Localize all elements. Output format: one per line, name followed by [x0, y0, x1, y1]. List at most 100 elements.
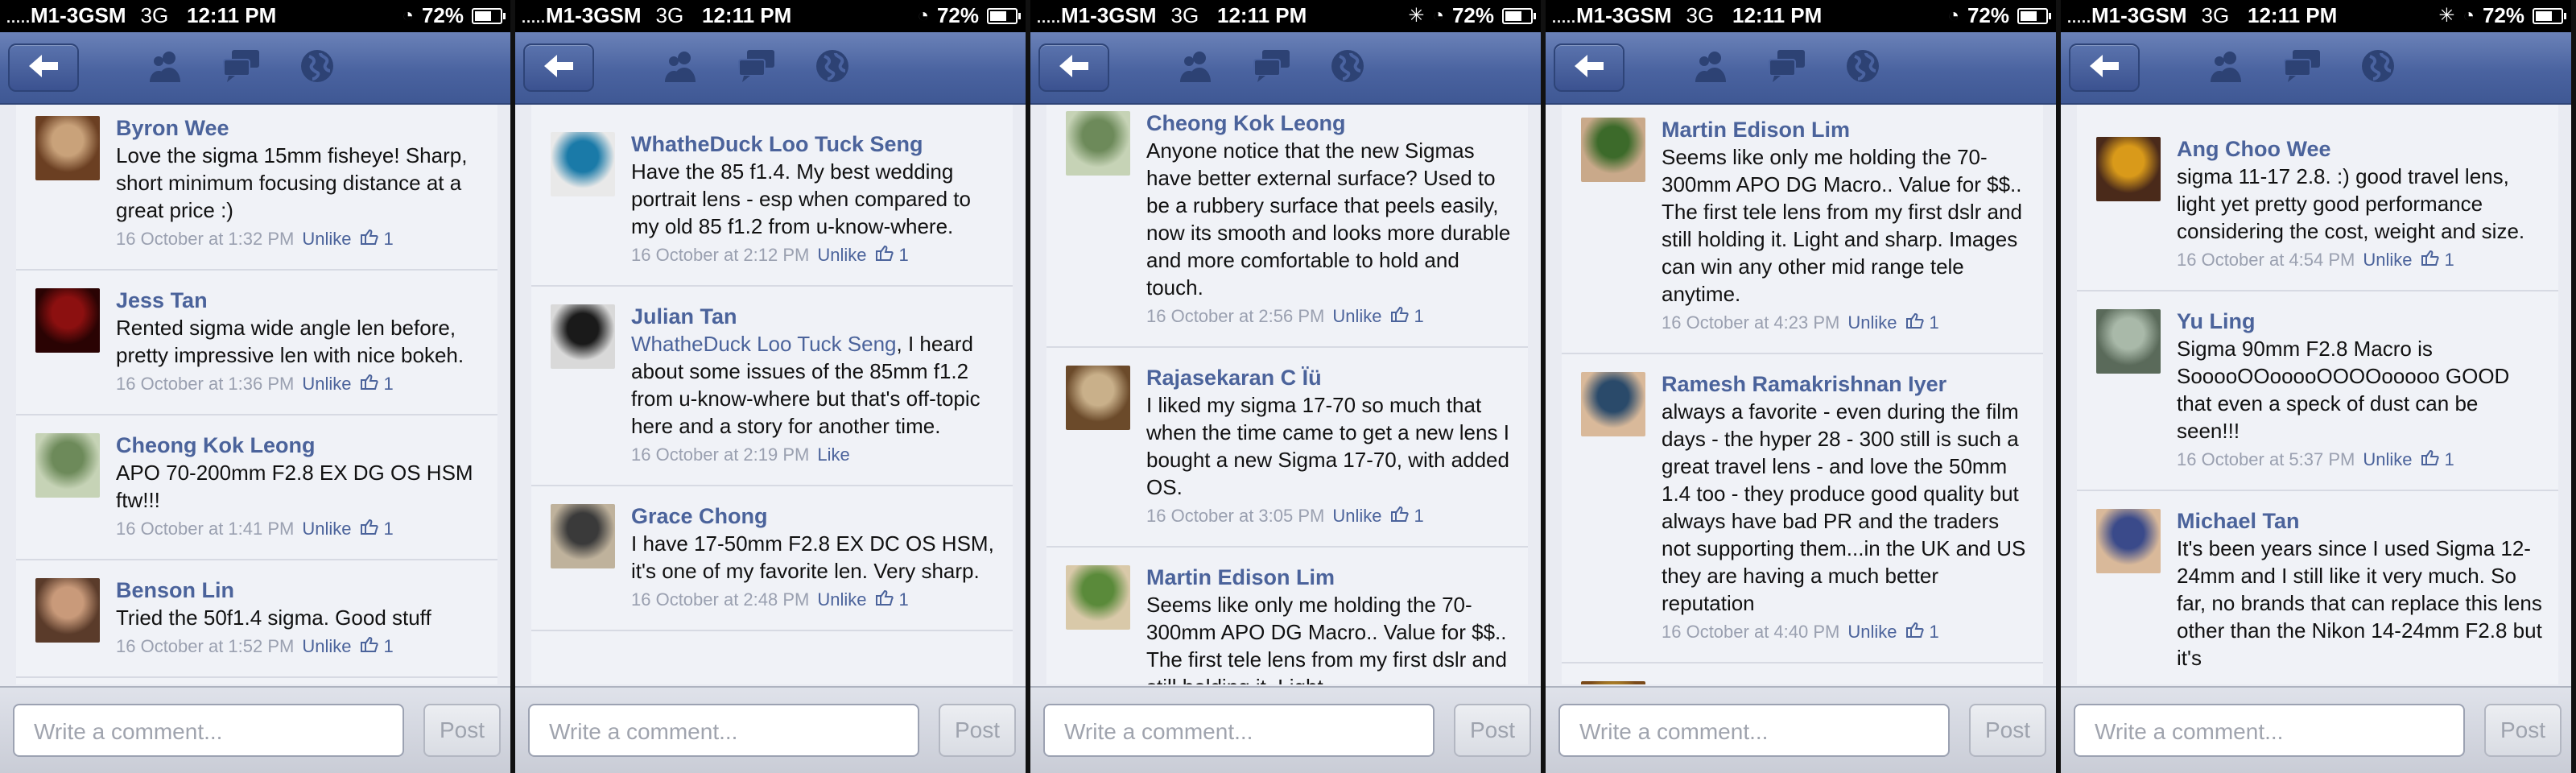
- comment-feed[interactable]: Ang Choo Wee sigma 11-17 2.8. :) good tra…: [2077, 105, 2558, 684]
- comment-input[interactable]: Write a comment...: [1043, 704, 1435, 757]
- back-button[interactable]: [523, 43, 594, 92]
- commenter-name[interactable]: Benson Lin: [116, 577, 483, 604]
- navigation-bar: [1030, 32, 1541, 105]
- like-count[interactable]: 1: [383, 374, 393, 394]
- unlike-link[interactable]: Unlike: [817, 589, 866, 610]
- commenter-name[interactable]: Martin Edison Lim: [1662, 116, 2029, 143]
- like-count[interactable]: 1: [1929, 622, 1938, 642]
- comment-text: It's been years since I used Sigma 12-24…: [2177, 535, 2544, 672]
- post-button[interactable]: Post: [1454, 704, 1531, 757]
- commenter-name[interactable]: Michael Tan: [2177, 507, 2544, 535]
- status-time: 12:11 PM: [1217, 3, 1307, 27]
- unlike-link[interactable]: Unlike: [1847, 312, 1897, 333]
- comment-input[interactable]: Write a comment...: [2074, 704, 2465, 757]
- unlike-link[interactable]: Unlike: [302, 374, 351, 394]
- avatar[interactable]: [1066, 565, 1130, 630]
- friends-button[interactable]: [1175, 48, 1217, 87]
- commenter-name[interactable]: Jess Tan: [116, 287, 483, 314]
- avatar[interactable]: [2096, 309, 2161, 374]
- comment-text: Sigma 90mm F2.8 Macro is SooooOOooooOOOO…: [2177, 335, 2544, 444]
- back-button[interactable]: [8, 43, 79, 92]
- post-button[interactable]: Post: [1969, 704, 2046, 757]
- notifications-button[interactable]: [1327, 48, 1368, 87]
- avatar[interactable]: [35, 116, 100, 180]
- avatar[interactable]: [35, 288, 100, 353]
- messages-button[interactable]: [221, 48, 262, 87]
- comment-list: Byron Wee Love the sigma 15mm fisheye! Sh…: [16, 105, 497, 678]
- unlike-link[interactable]: Unlike: [2363, 250, 2412, 270]
- comment-feed[interactable]: Cheong Kok Leong Anyone notice that the n…: [1046, 105, 1528, 684]
- post-button[interactable]: Post: [423, 704, 501, 757]
- back-button[interactable]: [1554, 43, 1624, 92]
- commenter-name[interactable]: Martin Edison Lim: [1146, 564, 1513, 591]
- like-count[interactable]: 1: [383, 229, 393, 249]
- avatar[interactable]: [1581, 372, 1645, 436]
- like-count[interactable]: 1: [1929, 312, 1938, 333]
- unlike-link[interactable]: Unlike: [1332, 306, 1381, 326]
- commenter-name[interactable]: Cheong Kok Leong: [1146, 110, 1513, 137]
- like-count[interactable]: 1: [2444, 250, 2454, 270]
- notifications-button[interactable]: [1842, 48, 1884, 87]
- friends-button[interactable]: [145, 48, 187, 87]
- avatar[interactable]: [35, 433, 100, 498]
- like-link[interactable]: Like: [817, 444, 849, 465]
- commenter-name[interactable]: Cheong Kok Leong: [116, 432, 483, 459]
- unlike-link[interactable]: Unlike: [302, 229, 351, 249]
- avatar[interactable]: [2096, 137, 2161, 201]
- like-count[interactable]: 1: [383, 636, 393, 656]
- comment-feed[interactable]: Byron Wee Love the sigma 15mm fisheye! Sh…: [16, 105, 497, 684]
- avatar[interactable]: [551, 304, 615, 369]
- status-right: ✳ ◔ 72%: [1408, 3, 1536, 28]
- avatar[interactable]: [2096, 509, 2161, 573]
- avatar[interactable]: [1066, 366, 1130, 430]
- post-button[interactable]: Post: [2484, 704, 2562, 757]
- unlike-link[interactable]: Unlike: [1847, 622, 1897, 642]
- back-button[interactable]: [1038, 43, 1109, 92]
- commenter-name[interactable]: WhatheDuck Loo Tuck Seng: [631, 130, 998, 158]
- unlike-link[interactable]: Unlike: [302, 519, 351, 539]
- like-count[interactable]: 1: [1414, 306, 1423, 326]
- friends-button[interactable]: [660, 48, 702, 87]
- friends-button[interactable]: [1690, 48, 1732, 87]
- commenter-name[interactable]: Byron Wee: [116, 114, 483, 142]
- avatar[interactable]: [1066, 111, 1130, 176]
- like-count[interactable]: 1: [1414, 506, 1423, 526]
- avatar[interactable]: [35, 578, 100, 643]
- battery-percent: 72%: [1451, 3, 1494, 27]
- messages-button[interactable]: [1766, 48, 1808, 87]
- messages-button[interactable]: [2281, 48, 2323, 87]
- commenter-name[interactable]: Ang Choo Wee: [2177, 135, 2544, 163]
- back-button[interactable]: [2069, 43, 2140, 92]
- commenter-name[interactable]: Grace Chong: [631, 502, 998, 530]
- avatar[interactable]: [1581, 118, 1645, 182]
- unlike-link[interactable]: Unlike: [817, 245, 866, 265]
- like-count[interactable]: 1: [383, 519, 393, 539]
- commenter-name[interactable]: Ramesh Ramakrishnan Iyer: [1662, 370, 2029, 398]
- commenter-name[interactable]: Rajasekaran C Ïü: [1146, 364, 1513, 391]
- unlike-link[interactable]: Unlike: [1332, 506, 1381, 526]
- comment-feed[interactable]: Martin Edison Lim Seems like only me hold…: [1562, 105, 2043, 684]
- unlike-link[interactable]: Unlike: [2363, 449, 2412, 469]
- like-count[interactable]: 1: [898, 245, 908, 265]
- comment-input[interactable]: Write a comment...: [13, 704, 404, 757]
- comment-input[interactable]: Write a comment...: [528, 704, 919, 757]
- post-button[interactable]: Post: [939, 704, 1016, 757]
- commenter-name[interactable]: Julian Tan: [631, 303, 998, 330]
- notifications-button[interactable]: [811, 48, 853, 87]
- friends-button[interactable]: [2206, 48, 2248, 87]
- messages-button[interactable]: [736, 48, 778, 87]
- like-count[interactable]: 1: [898, 589, 908, 610]
- comment-feed[interactable]: WhatheDuck Loo Tuck Seng Have the 85 f1.4…: [531, 105, 1013, 684]
- avatar[interactable]: [1581, 681, 1645, 684]
- commenter-name[interactable]: Ang Choo Wee: [1662, 680, 2029, 684]
- unlike-link[interactable]: Unlike: [302, 636, 351, 656]
- like-count[interactable]: 1: [2444, 449, 2454, 469]
- notifications-button[interactable]: [2357, 48, 2399, 87]
- commenter-name[interactable]: Yu Ling: [2177, 308, 2544, 335]
- avatar[interactable]: [551, 132, 615, 196]
- messages-button[interactable]: [1251, 48, 1293, 87]
- notifications-button[interactable]: [296, 48, 338, 87]
- mention-link[interactable]: WhatheDuck Loo Tuck Seng: [631, 332, 897, 356]
- avatar[interactable]: [551, 504, 615, 568]
- comment-input[interactable]: Write a comment...: [1558, 704, 1950, 757]
